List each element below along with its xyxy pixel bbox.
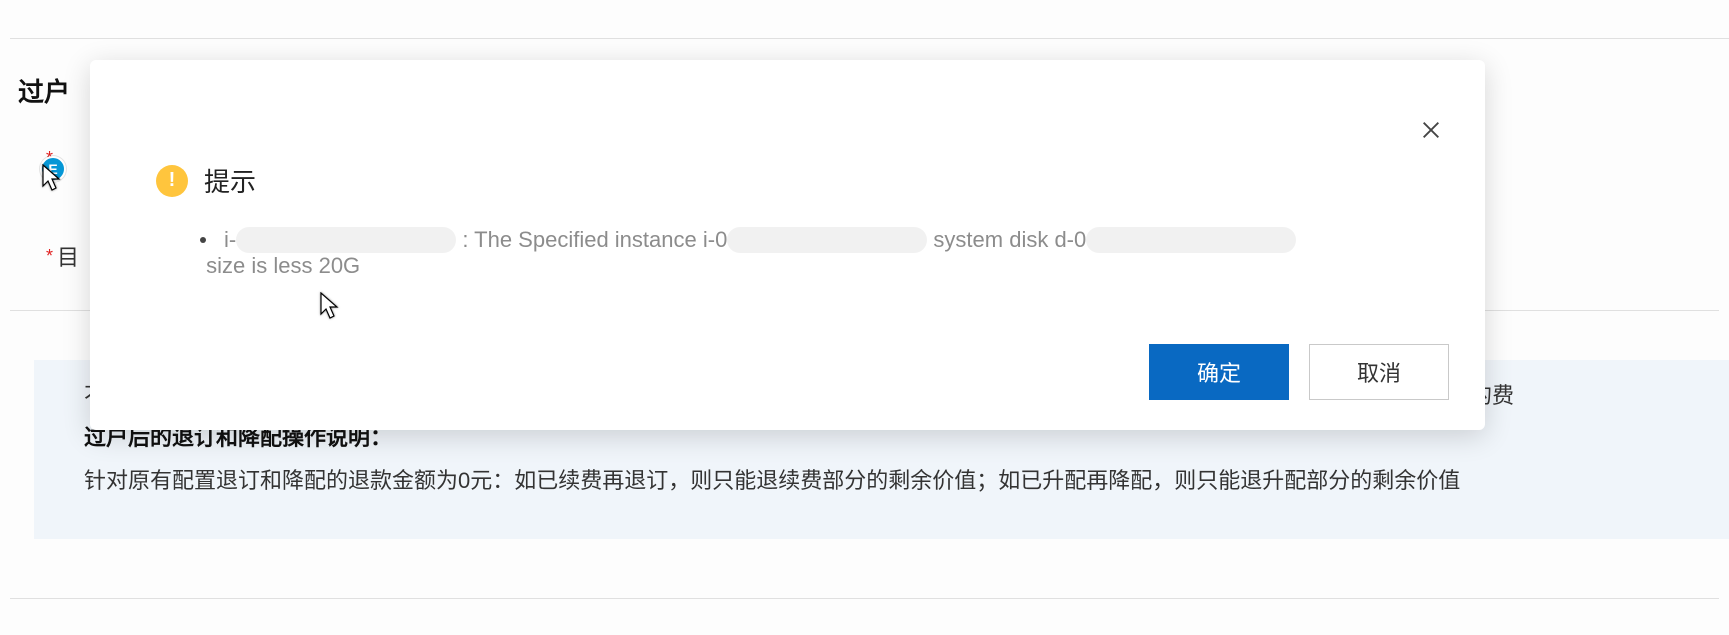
cancel-button[interactable]: 取消: [1309, 344, 1449, 400]
message-text: : The Specified instance i-0: [456, 227, 727, 253]
close-icon: [1420, 119, 1442, 141]
bullet-icon: [200, 237, 206, 243]
alert-dialog: ! 提示 i- : The Specified instance i-0 sys…: [90, 60, 1485, 430]
dialog-header: ! 提示: [156, 162, 1445, 199]
redacted-text: [236, 227, 456, 253]
warning-icon: !: [156, 165, 188, 197]
dialog-footer: 确定 取消: [1149, 344, 1449, 400]
close-button[interactable]: [1417, 116, 1445, 144]
dialog-title: 提示: [204, 162, 256, 199]
message-text: size is less 20G: [200, 253, 360, 279]
redacted-text: [727, 227, 927, 253]
message-text: i-: [224, 227, 236, 253]
dialog-message: i- : The Specified instance i-0 system d…: [200, 227, 1445, 279]
confirm-button[interactable]: 确定: [1149, 344, 1289, 400]
message-text: system disk d-0: [927, 227, 1086, 253]
redacted-text: [1086, 227, 1296, 253]
